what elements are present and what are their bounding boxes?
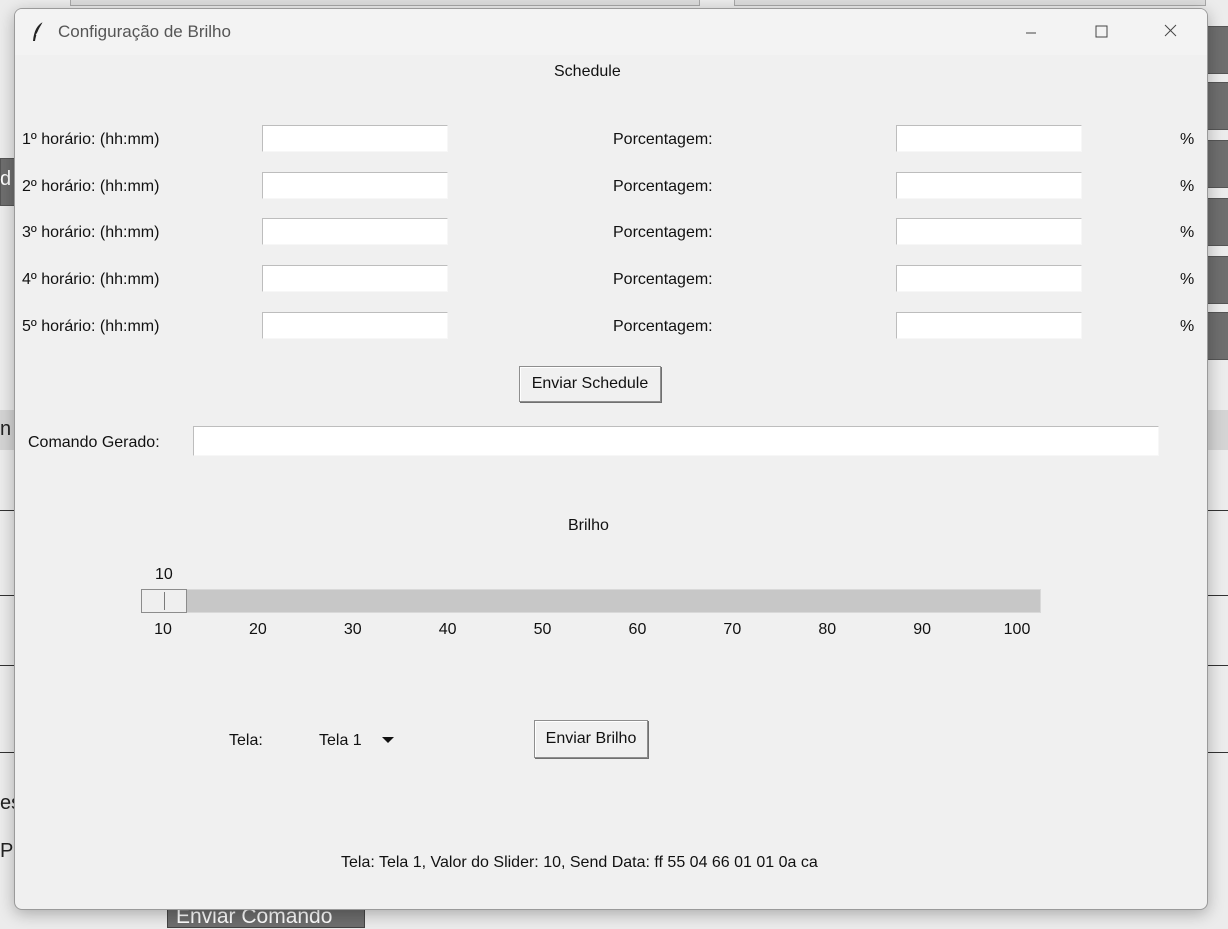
screen-dropdown[interactable]: Tela 1 bbox=[307, 721, 407, 759]
slider-tick-label: 40 bbox=[438, 621, 457, 638]
command-output-field[interactable] bbox=[193, 426, 1159, 456]
brightness-slider-trough[interactable] bbox=[141, 589, 1041, 613]
slider-tick-label: 50 bbox=[533, 621, 552, 638]
slider-value-label: 10 bbox=[155, 566, 173, 583]
percent-input-4[interactable] bbox=[896, 265, 1082, 292]
screen-dropdown-value: Tela 1 bbox=[319, 732, 362, 749]
percent-label-1: Porcentagem: bbox=[613, 131, 713, 148]
brightness-config-window: Configuração de Brilho Schedule 1º horár… bbox=[14, 8, 1208, 910]
bg-right-button-2 bbox=[1206, 82, 1228, 130]
slider-tick-label: 60 bbox=[628, 621, 647, 638]
bg-line bbox=[1206, 595, 1228, 596]
time-input-1[interactable] bbox=[262, 125, 448, 152]
schedule-heading: Schedule bbox=[554, 63, 621, 80]
bg-field-right bbox=[734, 0, 1206, 6]
bg-line bbox=[0, 665, 14, 666]
dropdown-arrow-icon bbox=[382, 737, 394, 743]
time-input-4[interactable] bbox=[262, 265, 448, 292]
bg-right-button-6 bbox=[1206, 312, 1228, 360]
slider-tick-label: 100 bbox=[1003, 621, 1031, 638]
percent-label-3: Porcentagem: bbox=[613, 224, 713, 241]
dialog-content: Schedule 1º horário: (hh:mm) Porcentagem… bbox=[15, 9, 1207, 909]
command-label: Comando Gerado: bbox=[28, 434, 160, 451]
slider-tick-label: 10 bbox=[154, 621, 172, 638]
bg-right-button-3 bbox=[1206, 140, 1228, 188]
slider-tick-label: 70 bbox=[723, 621, 742, 638]
percent-unit-2: % bbox=[1180, 178, 1195, 195]
slider-tick-label: 30 bbox=[343, 621, 362, 638]
percent-unit-3: % bbox=[1180, 224, 1195, 241]
percent-unit-5: % bbox=[1180, 318, 1195, 335]
slider-grip bbox=[164, 592, 165, 610]
bg-line bbox=[0, 510, 14, 511]
bg-line bbox=[1206, 665, 1228, 666]
time-input-5[interactable] bbox=[262, 312, 448, 339]
time-label-2: 2º horário: (hh:mm) bbox=[22, 178, 160, 195]
time-input-3[interactable] bbox=[262, 218, 448, 245]
brightness-slider-handle[interactable] bbox=[141, 589, 187, 613]
status-text: Tela: Tela 1, Valor do Slider: 10, Send … bbox=[341, 854, 818, 871]
bg-right-button-1 bbox=[1206, 26, 1228, 74]
bg-line bbox=[0, 752, 14, 753]
slider-tick-label: 90 bbox=[913, 621, 932, 638]
percent-label-4: Porcentagem: bbox=[613, 271, 713, 288]
bg-line bbox=[1206, 752, 1228, 753]
bg-field-left bbox=[70, 0, 700, 6]
bg-line bbox=[0, 595, 14, 596]
percent-unit-4: % bbox=[1180, 271, 1195, 288]
bg-right-button-5 bbox=[1206, 256, 1228, 304]
send-brightness-button[interactable]: Enviar Brilho bbox=[534, 720, 648, 758]
time-label-1: 1º horário: (hh:mm) bbox=[22, 131, 160, 148]
slider-tick-label: 20 bbox=[248, 621, 267, 638]
bg-fragment-2: n bbox=[0, 418, 12, 440]
percent-unit-1: % bbox=[1180, 131, 1195, 148]
time-label-3: 3º horário: (hh:mm) bbox=[22, 224, 160, 241]
bg-right-button-4 bbox=[1206, 198, 1228, 246]
percent-input-2[interactable] bbox=[896, 172, 1082, 199]
percent-input-1[interactable] bbox=[896, 125, 1082, 152]
slider-tick-label: 80 bbox=[818, 621, 837, 638]
percent-input-3[interactable] bbox=[896, 218, 1082, 245]
brightness-heading: Brilho bbox=[568, 517, 609, 534]
percent-label-2: Porcentagem: bbox=[613, 178, 713, 195]
percent-label-5: Porcentagem: bbox=[613, 318, 713, 335]
bg-line bbox=[1206, 510, 1228, 511]
percent-input-5[interactable] bbox=[896, 312, 1082, 339]
bg-fragment-1: d bbox=[0, 168, 12, 190]
screen-label: Tela: bbox=[229, 732, 263, 749]
send-schedule-button[interactable]: Enviar Schedule bbox=[519, 366, 661, 402]
time-label-4: 4º horário: (hh:mm) bbox=[22, 271, 160, 288]
time-label-5: 5º horário: (hh:mm) bbox=[22, 318, 160, 335]
bg-strip-right bbox=[1206, 410, 1228, 450]
time-input-2[interactable] bbox=[262, 172, 448, 199]
